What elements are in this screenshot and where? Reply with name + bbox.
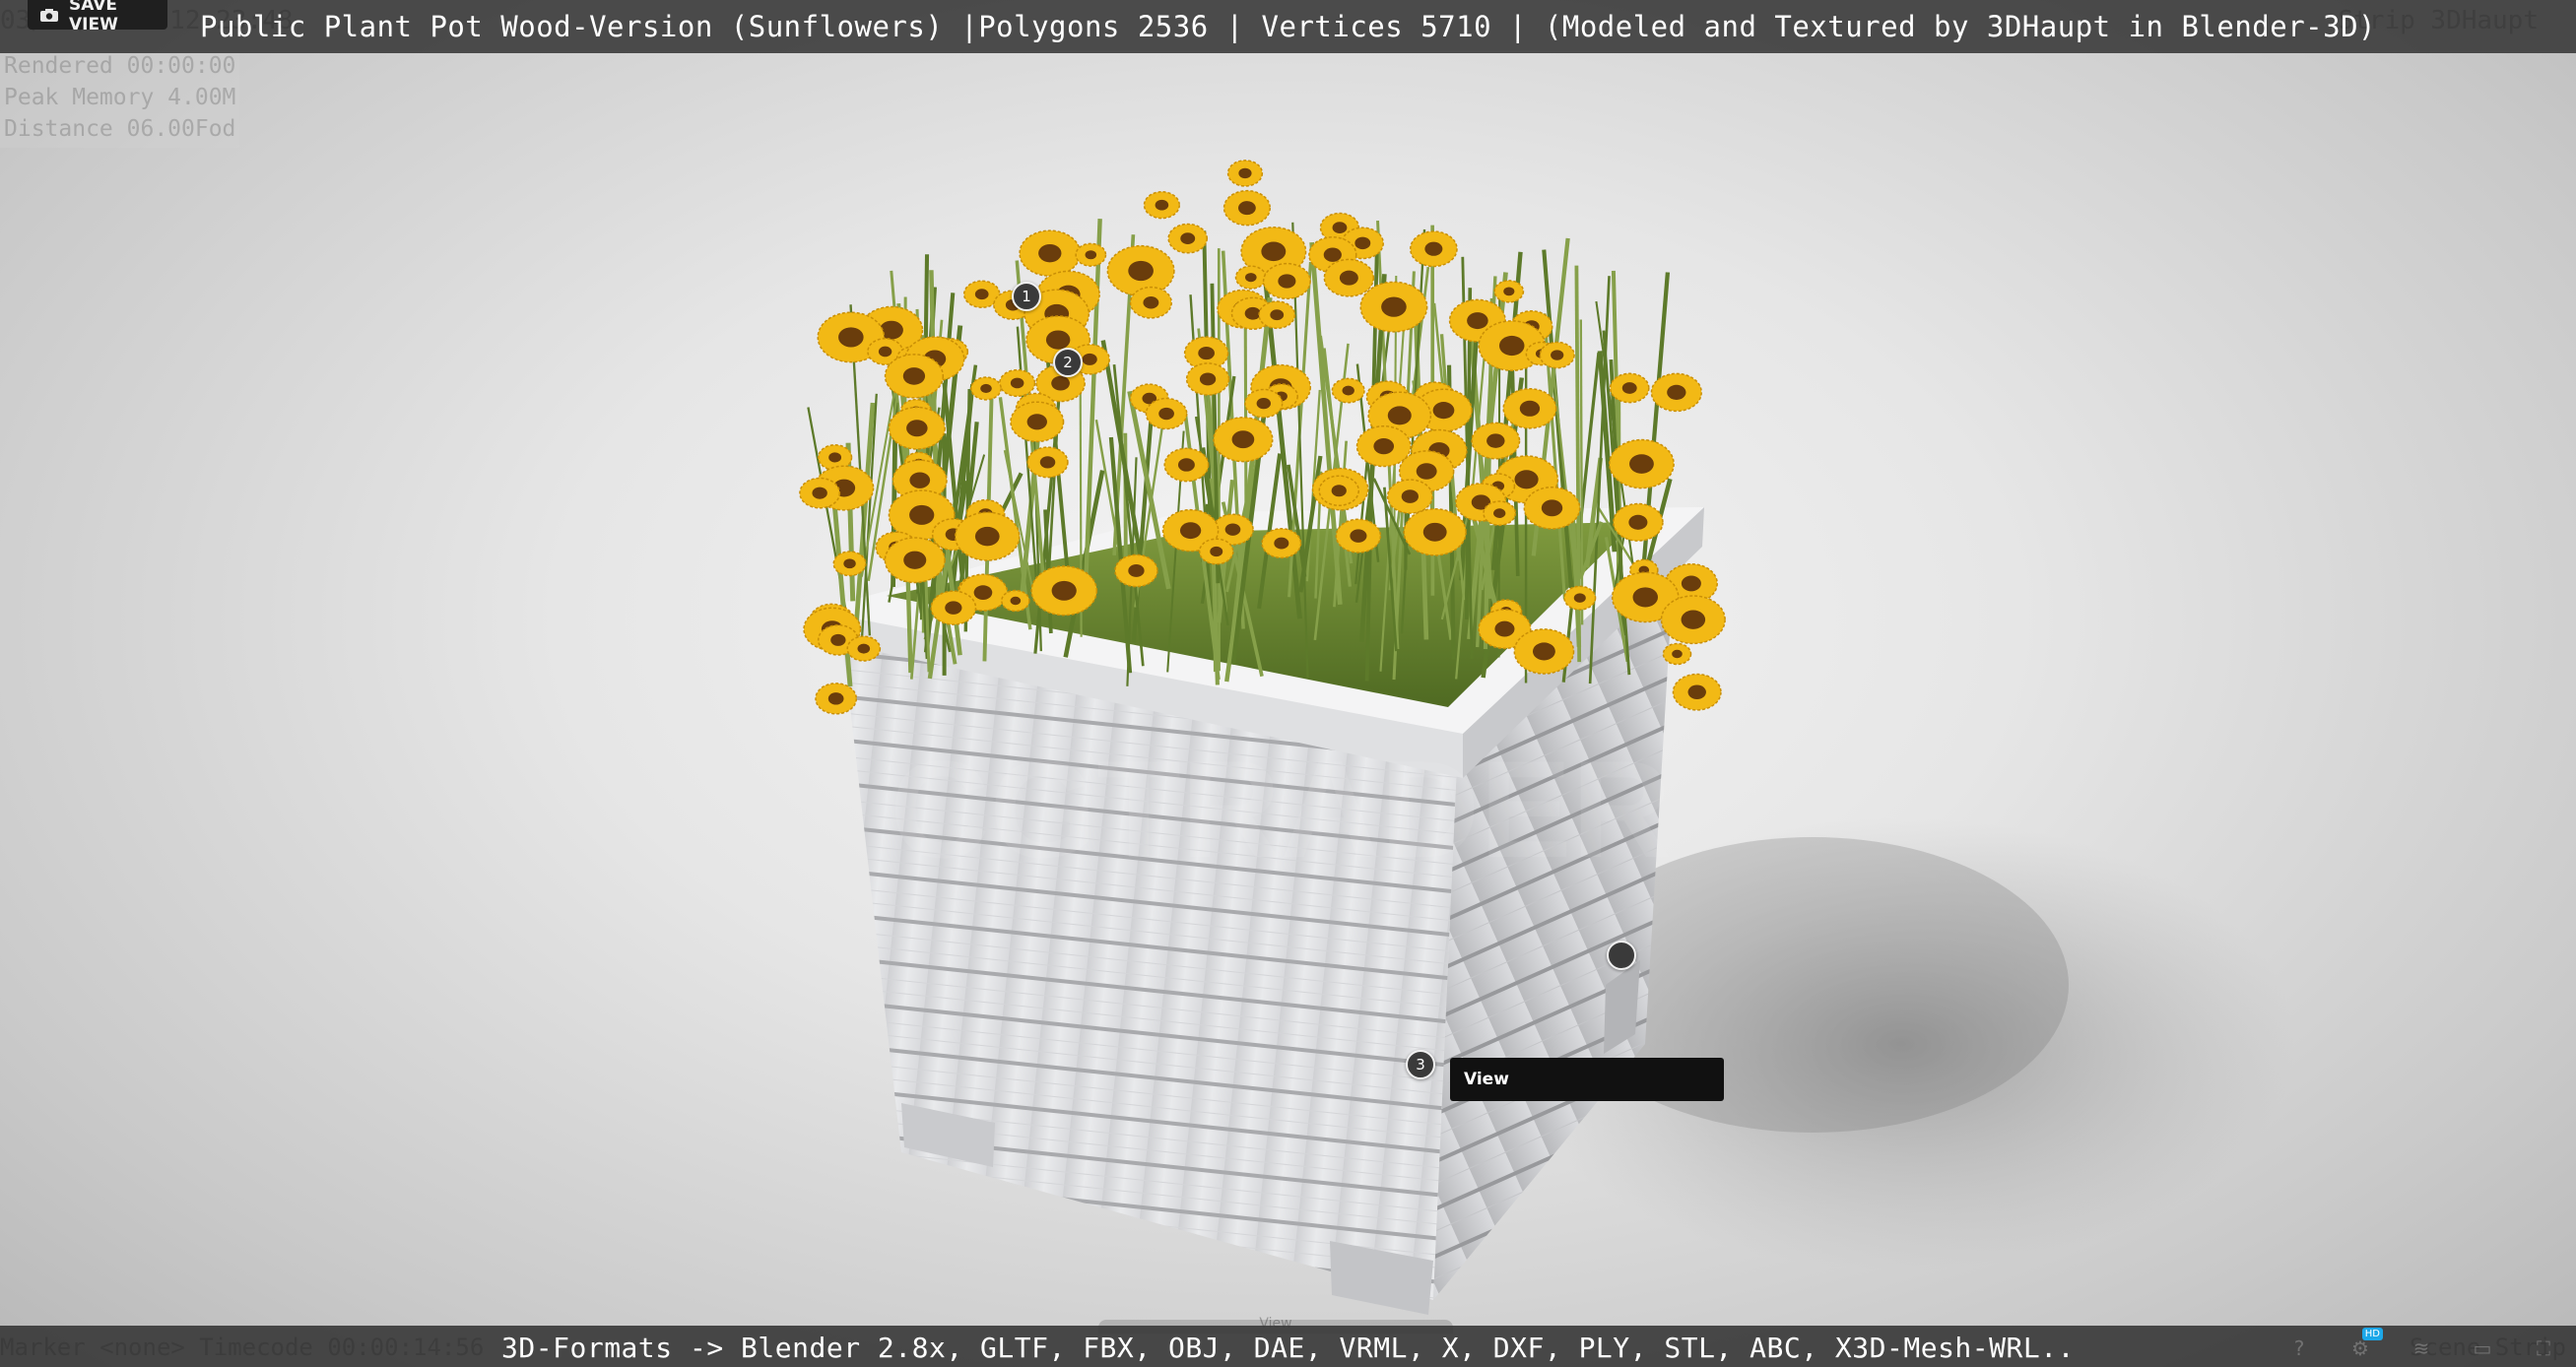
sunflower-head [846,635,882,662]
tooltip-label: View [1464,1070,1509,1089]
hotspot-2-label: 2 [1063,354,1073,371]
sunflower-head [1010,401,1065,443]
sunflower-head [1323,258,1375,297]
sunflower-head [1502,387,1557,429]
sunflower-head [1222,189,1272,227]
formats-bar: Marker <none> Timecode 00:00:14:56 Scene… [0,1326,2576,1367]
sunflower-head [1143,191,1181,220]
sunflower-head [1261,528,1302,559]
sunflower-head [1672,673,1722,711]
sunflower-head [1258,300,1296,330]
watermark: CGTRADER [890,732,1671,886]
layers-icon[interactable]: ≋ [2409,1335,2434,1361]
sunflower-head [1019,229,1082,277]
sunflower-head [1539,341,1575,369]
sunflower-head [1185,362,1230,396]
sunflower-head [1335,518,1382,553]
viewer-toolbar: ? ⚙ HD ≋ ▭ ⛶ [2286,1328,2556,1361]
hotspot-4[interactable] [1607,941,1636,970]
sunflower-head [1409,230,1458,268]
sunflower-head [1483,500,1517,527]
sunflower-head [884,537,946,584]
sunflower-head [1660,595,1726,645]
sunflower-head [1523,486,1581,530]
sunflower-head [1563,585,1597,611]
sunflower-head [888,406,946,450]
sunflower-head [1163,447,1210,483]
debug-rendered: Rendered 00:00:00 [0,53,240,85]
settings-icon[interactable]: ⚙ HD [2347,1328,2383,1361]
sunflower-head [1226,160,1264,187]
sunflower-head [815,683,858,715]
hotspot-2[interactable]: 2 [1053,348,1083,377]
sunflower-head [999,368,1036,398]
hotspot-tooltip: View [1450,1058,1724,1101]
hotspot-1[interactable]: 1 [1012,282,1041,311]
sunflower-head [1355,424,1412,468]
hotspot-1-label: 1 [1022,288,1031,305]
debug-distance: Distance 06.00Fod [0,116,240,148]
sunflower-head [1026,446,1069,479]
save-view-button[interactable]: SAVE VIEW [28,0,167,34]
hd-badge: HD [2361,1328,2383,1340]
sunflower-head [1513,628,1575,675]
sunflower-head [1198,538,1234,565]
sunflower-head [1318,475,1360,506]
sunflower-head [884,354,945,399]
sunflower-head [930,590,977,625]
sunflower-head [1129,286,1173,319]
sunflower-head [799,477,841,509]
sunflower-head [1001,589,1030,613]
sunflower-head [1030,565,1098,617]
sunflower-head [1106,244,1175,297]
sunflower-head [1613,502,1664,542]
sunflower-head [1403,507,1467,556]
vr-icon[interactable]: ▭ [2470,1335,2495,1361]
camera-icon [39,8,59,22]
title-bar: 03/23/2017 12:23:48 Strip 3DHaupt Public… [0,0,2576,53]
sunflower-head [1167,223,1209,254]
help-icon[interactable]: ? [2286,1335,2312,1361]
sunflower-head [1386,479,1433,514]
sunflower-head [1359,281,1428,333]
sunflower-head [1145,397,1188,430]
sunflower-head [955,511,1021,561]
hotspot-3-label: 3 [1416,1056,1425,1074]
sunflower-head [1493,280,1525,303]
formats-list: 3D-Formats -> Blender 2.8x, GLTF, FBX, O… [501,1332,2075,1364]
sunflower-head [970,376,1002,401]
hotspot-3[interactable]: 3 [1406,1050,1435,1079]
sunflower-head [1114,553,1158,588]
sunflower-head [1650,372,1702,413]
model-title: Public Plant Pot Wood-Version (Sunflower… [199,10,2376,43]
sunflower-head [1244,388,1284,419]
sunflower-head [1262,262,1311,300]
sunflower-head [1075,242,1107,267]
sunflower-head [1234,265,1267,290]
fullscreen-icon[interactable]: ⛶ [2531,1335,2556,1361]
3d-viewport[interactable]: CGTRADER [0,0,2576,1367]
sunflower-head [1471,422,1521,460]
debug-peak-memory: Peak Memory 4.00M [0,85,240,116]
sunflower-head [1609,438,1675,489]
sunflower-head [1213,417,1274,463]
sunflower-head [1331,377,1365,404]
sunflower-head [1662,642,1692,666]
sunflower-head [832,551,867,577]
save-view-label: SAVE VIEW [69,0,118,34]
sunflower-head [1609,372,1650,404]
